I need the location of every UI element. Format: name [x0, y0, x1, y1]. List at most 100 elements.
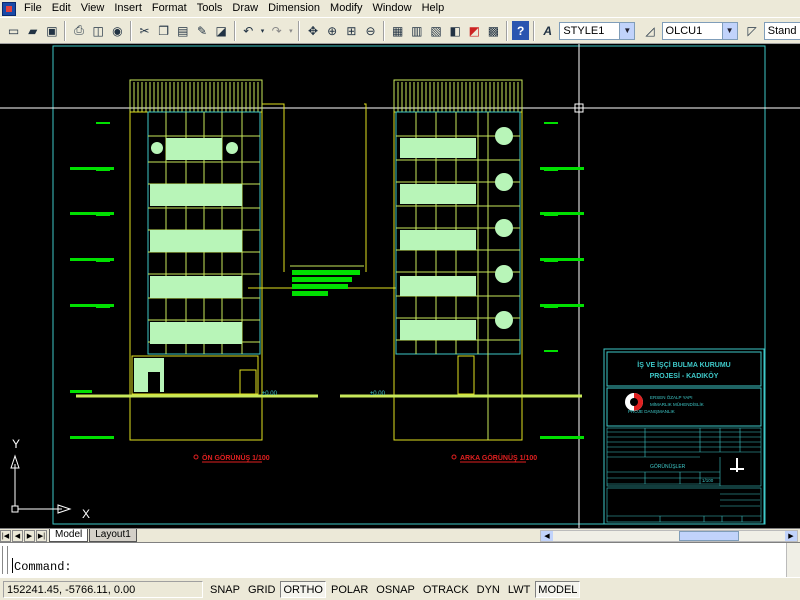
dim-style-value: OLCU1 — [665, 24, 703, 37]
window — [400, 320, 476, 340]
command-caret — [12, 558, 13, 573]
drawing-canvas[interactable]: ±0.00 ÖN GÖRÜNÜŞ 1/100 ±0.00 ARKA GÖRÜNÜ… — [0, 44, 800, 528]
redo-dropdown-icon[interactable]: ▾ — [287, 21, 294, 40]
sheet-set-icon[interactable]: ◧ — [447, 21, 464, 40]
connection-lines — [248, 103, 396, 289]
tab-layout1[interactable]: Layout1 — [89, 529, 137, 542]
menu-tools[interactable]: Tools — [192, 0, 228, 17]
window — [400, 138, 476, 158]
front-elevation: ±0.00 ÖN GÖRÜNÜŞ 1/100 — [70, 79, 318, 463]
calculator-icon[interactable]: ▩ — [485, 21, 502, 40]
paste-icon[interactable]: ▤ — [174, 21, 191, 40]
ortho-toggle[interactable]: ORTHO — [280, 580, 326, 598]
design-center-icon[interactable]: ▥ — [408, 21, 425, 40]
horizontal-scrollbar[interactable]: ◀ ▶ — [540, 530, 798, 542]
menu-draw[interactable]: Draw — [227, 0, 263, 17]
undo-icon[interactable]: ↶ — [240, 21, 257, 40]
scroll-right-icon[interactable]: ▶ — [785, 531, 797, 541]
menu-format[interactable]: Format — [147, 0, 192, 17]
chevron-down-icon[interactable]: ▼ — [721, 22, 737, 39]
ucs-y-label: Y — [12, 437, 20, 451]
next-tab-icon[interactable]: ▶ — [24, 529, 35, 542]
table-style-value: Stand — [767, 24, 797, 37]
ucs-icon — [10, 454, 72, 514]
menu-modify[interactable]: Modify — [325, 0, 367, 17]
command-prompt[interactable]: Command: — [14, 560, 72, 574]
window — [400, 230, 476, 250]
material-legend — [292, 270, 360, 296]
grid-toggle[interactable]: GRID — [245, 581, 279, 598]
otrack-toggle[interactable]: OTRACK — [420, 581, 472, 598]
first-tab-icon[interactable]: |◀ — [0, 529, 11, 542]
menu-edit[interactable]: Edit — [47, 0, 76, 17]
print-icon[interactable]: ⎙ — [70, 21, 87, 40]
table-style-select[interactable]: Stand — [763, 21, 800, 40]
copy-icon[interactable]: ❐ — [155, 21, 172, 40]
match-properties-icon[interactable]: ✎ — [193, 21, 210, 40]
round-window — [151, 142, 163, 154]
redo-icon[interactable]: ↷ — [268, 21, 285, 40]
autocad-icon[interactable] — [2, 1, 16, 16]
osnap-toggle[interactable]: OSNAP — [373, 581, 418, 598]
block-editor-icon[interactable]: ◪ — [213, 21, 230, 40]
cut-icon[interactable]: ✂ — [136, 21, 153, 40]
undo-dropdown-icon[interactable]: ▾ — [259, 21, 266, 40]
ucs-x-label: X — [82, 507, 90, 521]
ground-level-label: ±0.00 — [370, 391, 386, 397]
project-subtitle: PROJESİ - KADIKÖY — [650, 371, 719, 380]
menu-view[interactable]: View — [76, 0, 110, 17]
zoom-realtime-icon[interactable]: ⊕ — [324, 21, 341, 40]
new-file-icon[interactable]: ▭ — [5, 21, 22, 40]
rear-elevation: ±0.00 ARKA GÖRÜNÜŞ 1/100 — [340, 79, 584, 463]
toolbar-separator — [533, 20, 536, 41]
markup-icon[interactable]: ◩ — [466, 21, 483, 40]
plot-preview-icon[interactable]: ◫ — [90, 21, 107, 40]
open-folder-icon[interactable]: ▰ — [24, 21, 41, 40]
text-style-select[interactable]: STYLE1 ▼ — [559, 21, 636, 40]
stair — [148, 372, 160, 392]
snap-toggle[interactable]: SNAP — [207, 581, 243, 598]
properties-icon[interactable]: ▦ — [389, 21, 406, 40]
scroll-left-icon[interactable]: ◀ — [541, 531, 553, 541]
window — [400, 184, 476, 204]
toolbar-separator — [383, 20, 386, 41]
window — [150, 322, 242, 344]
polar-toggle[interactable]: POLAR — [328, 581, 371, 598]
prev-tab-icon[interactable]: ◀ — [12, 529, 23, 542]
zoom-window-icon[interactable]: ⊞ — [343, 21, 360, 40]
toolbar-separator — [233, 20, 236, 41]
sheet-title: GÖRÜNÜŞLER — [650, 463, 686, 470]
office-service: PROJE DANIŞMANLIK — [628, 409, 675, 414]
menu-insert[interactable]: Insert — [109, 0, 147, 17]
lwt-toggle[interactable]: LWT — [505, 581, 533, 598]
command-window[interactable]: Command: — [0, 542, 800, 577]
command-window-grip[interactable] — [2, 546, 8, 574]
scroll-thumb[interactable] — [679, 531, 739, 541]
text-style-value: STYLE1 — [563, 24, 605, 37]
round-window — [495, 219, 513, 237]
menu-file[interactable]: File — [19, 0, 47, 17]
coordinate-readout[interactable]: 152241.45, -5766.11, 0.00 — [3, 580, 203, 598]
window — [150, 184, 242, 206]
last-tab-icon[interactable]: ▶| — [36, 529, 47, 542]
publish-icon[interactable]: ◉ — [109, 21, 126, 40]
menu-help[interactable]: Help — [417, 0, 450, 17]
pan-icon[interactable]: ✥ — [304, 21, 321, 40]
model-toggle[interactable]: MODEL — [535, 580, 581, 598]
zoom-previous-icon[interactable]: ⊖ — [362, 21, 379, 40]
tool-palettes-icon[interactable]: ▧ — [427, 21, 444, 40]
menu-window[interactable]: Window — [367, 0, 416, 17]
round-window — [495, 265, 513, 283]
dyn-toggle[interactable]: DYN — [474, 581, 503, 598]
table-style-icon[interactable]: ◸ — [744, 21, 761, 40]
tab-model[interactable]: Model — [49, 529, 89, 542]
status-bar: 152241.45, -5766.11, 0.00 SNAP GRID ORTH… — [0, 577, 800, 600]
dim-style-icon[interactable]: ◿ — [641, 21, 658, 40]
dim-style-select[interactable]: OLCU1 ▼ — [661, 21, 738, 40]
help-icon[interactable]: ? — [512, 21, 530, 40]
menu-dimension[interactable]: Dimension — [263, 0, 325, 17]
chevron-down-icon[interactable]: ▼ — [619, 22, 635, 39]
command-scrollbar[interactable] — [786, 543, 800, 577]
save-icon[interactable]: ▣ — [43, 21, 60, 40]
text-style-icon[interactable]: A — [539, 21, 556, 40]
